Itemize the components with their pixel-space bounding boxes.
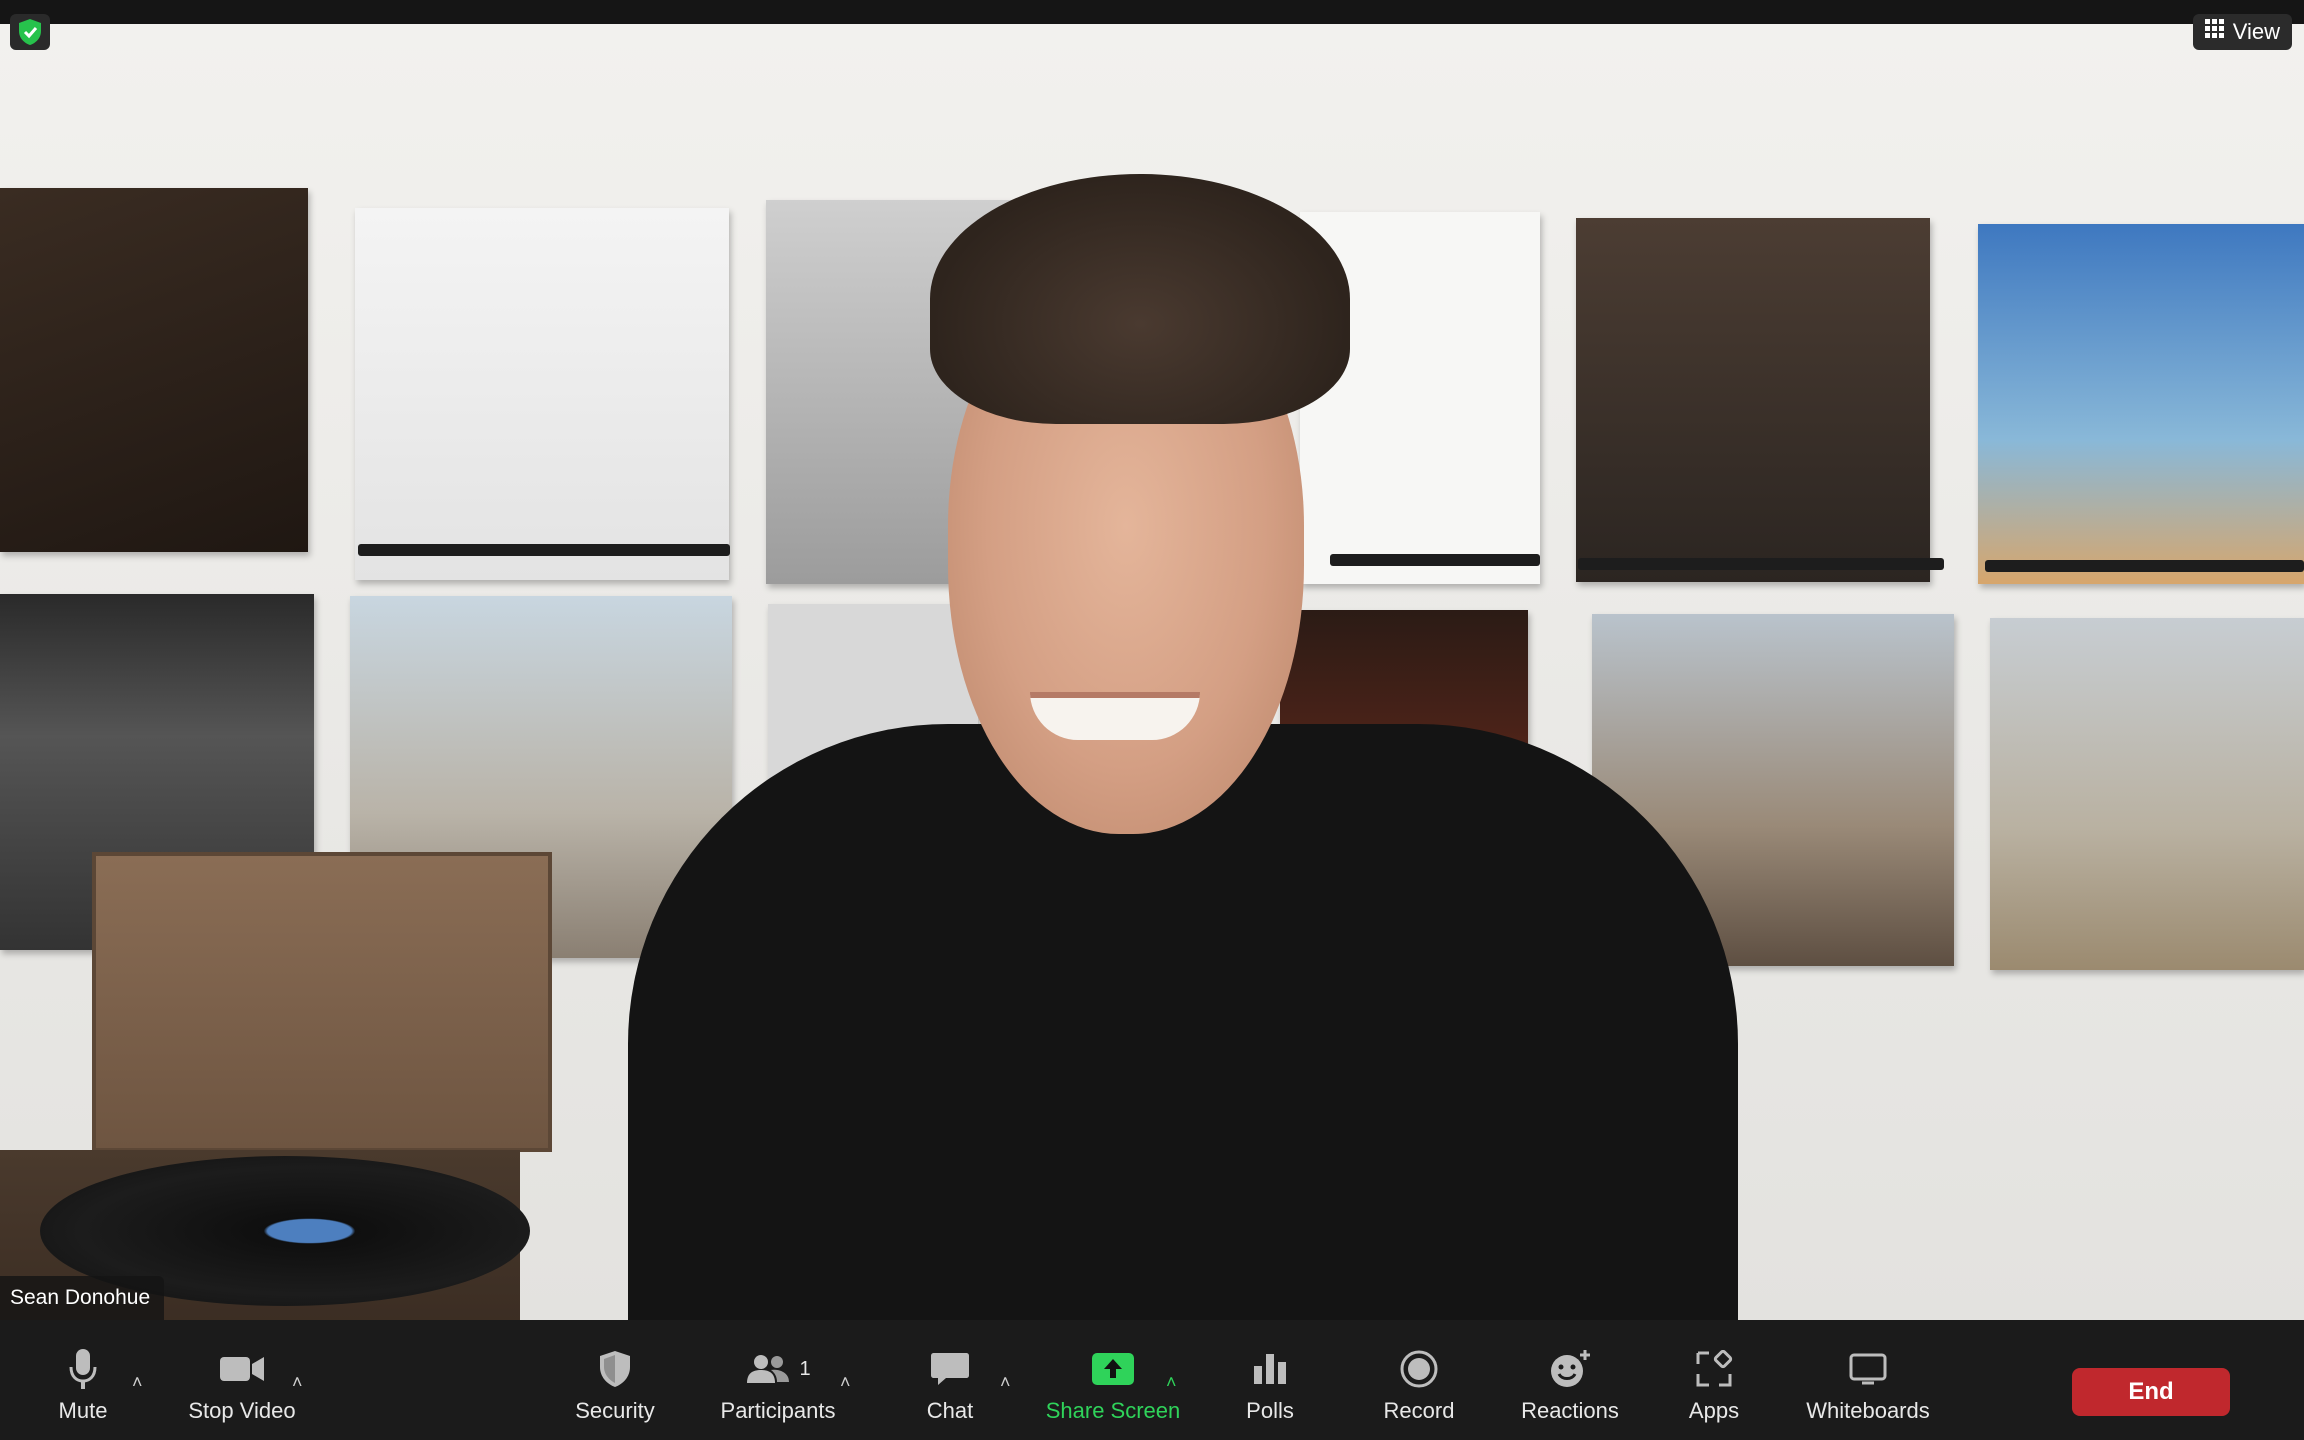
smiley-plus-icon bbox=[1549, 1346, 1591, 1392]
participant-video[interactable]: Sean Donohue bbox=[0, 24, 2304, 1320]
polls-label: Polls bbox=[1246, 1398, 1294, 1423]
album-shelf bbox=[1985, 560, 2304, 572]
reactions-button[interactable]: Reactions bbox=[1512, 1320, 1628, 1440]
stop-video-button[interactable]: Stop Video bbox=[180, 1320, 304, 1440]
participant-name-tag: Sean Donohue bbox=[0, 1276, 165, 1320]
chat-bubble-icon bbox=[930, 1346, 970, 1392]
apps-label: Apps bbox=[1688, 1398, 1740, 1423]
chat-options-chevron-icon[interactable]: ˄ bbox=[1000, 1372, 1011, 1393]
participants-options-chevron-icon[interactable]: ˄ bbox=[840, 1372, 851, 1393]
grid-icon bbox=[2204, 19, 2225, 45]
encryption-shield-icon[interactable] bbox=[10, 14, 50, 50]
polls-button[interactable]: Polls bbox=[1236, 1320, 1304, 1440]
person-smile bbox=[1030, 692, 1200, 740]
video-camera-icon bbox=[218, 1346, 266, 1392]
album-cover bbox=[1576, 218, 1930, 582]
whiteboard-icon bbox=[1848, 1346, 1888, 1392]
share-options-chevron-icon[interactable]: ˄ bbox=[1166, 1372, 1177, 1393]
record-label: Record bbox=[1383, 1398, 1455, 1423]
microphone-icon bbox=[68, 1346, 98, 1392]
view-label: View bbox=[2232, 19, 2280, 44]
share-screen-label: Share Screen bbox=[1045, 1398, 1181, 1423]
participants-icon: 1 bbox=[745, 1346, 811, 1392]
album-shelf bbox=[1330, 554, 1540, 566]
album-shelf bbox=[1578, 558, 1944, 570]
apps-icon bbox=[1695, 1346, 1733, 1392]
album-shelf bbox=[358, 544, 730, 556]
security-label: Security bbox=[575, 1398, 655, 1423]
share-screen-button[interactable]: Share Screen bbox=[1040, 1320, 1186, 1440]
stop-video-label: Stop Video bbox=[188, 1398, 296, 1423]
person-hair bbox=[930, 174, 1350, 424]
apps-button[interactable]: Apps bbox=[1684, 1320, 1744, 1440]
bar-chart-icon bbox=[1252, 1346, 1288, 1392]
album-cover bbox=[1990, 618, 2304, 970]
share-screen-icon bbox=[1091, 1346, 1135, 1392]
album-cover bbox=[1978, 224, 2304, 584]
view-button[interactable]: View bbox=[2192, 14, 2292, 50]
album-cover bbox=[0, 188, 308, 552]
mute-label: Mute bbox=[58, 1398, 108, 1423]
record-button[interactable]: Record bbox=[1374, 1320, 1464, 1440]
audio-options-chevron-icon[interactable]: ˄ bbox=[132, 1372, 143, 1393]
mute-button[interactable]: Mute bbox=[40, 1320, 126, 1440]
record-player bbox=[92, 852, 552, 1152]
end-meeting-button[interactable]: End bbox=[2072, 1368, 2230, 1416]
whiteboards-button[interactable]: Whiteboards bbox=[1800, 1320, 1936, 1440]
participants-count: 1 bbox=[799, 1357, 811, 1380]
record-icon bbox=[1399, 1346, 1439, 1392]
reactions-label: Reactions bbox=[1521, 1398, 1619, 1423]
participants-button[interactable]: 1 Participants bbox=[716, 1320, 840, 1440]
participants-label: Participants bbox=[720, 1398, 836, 1423]
window-top-bar bbox=[0, 0, 2304, 24]
album-cover bbox=[355, 208, 729, 580]
security-button[interactable]: Security bbox=[570, 1320, 660, 1440]
chat-button[interactable]: Chat bbox=[910, 1320, 990, 1440]
security-shield-icon bbox=[598, 1346, 632, 1392]
video-options-chevron-icon[interactable]: ˄ bbox=[292, 1372, 303, 1393]
meeting-toolbar: Mute ˄ Stop Video ˄ Security 1 Participa… bbox=[0, 1320, 2304, 1440]
chat-label: Chat bbox=[926, 1398, 974, 1423]
whiteboards-label: Whiteboards bbox=[1806, 1398, 1930, 1423]
